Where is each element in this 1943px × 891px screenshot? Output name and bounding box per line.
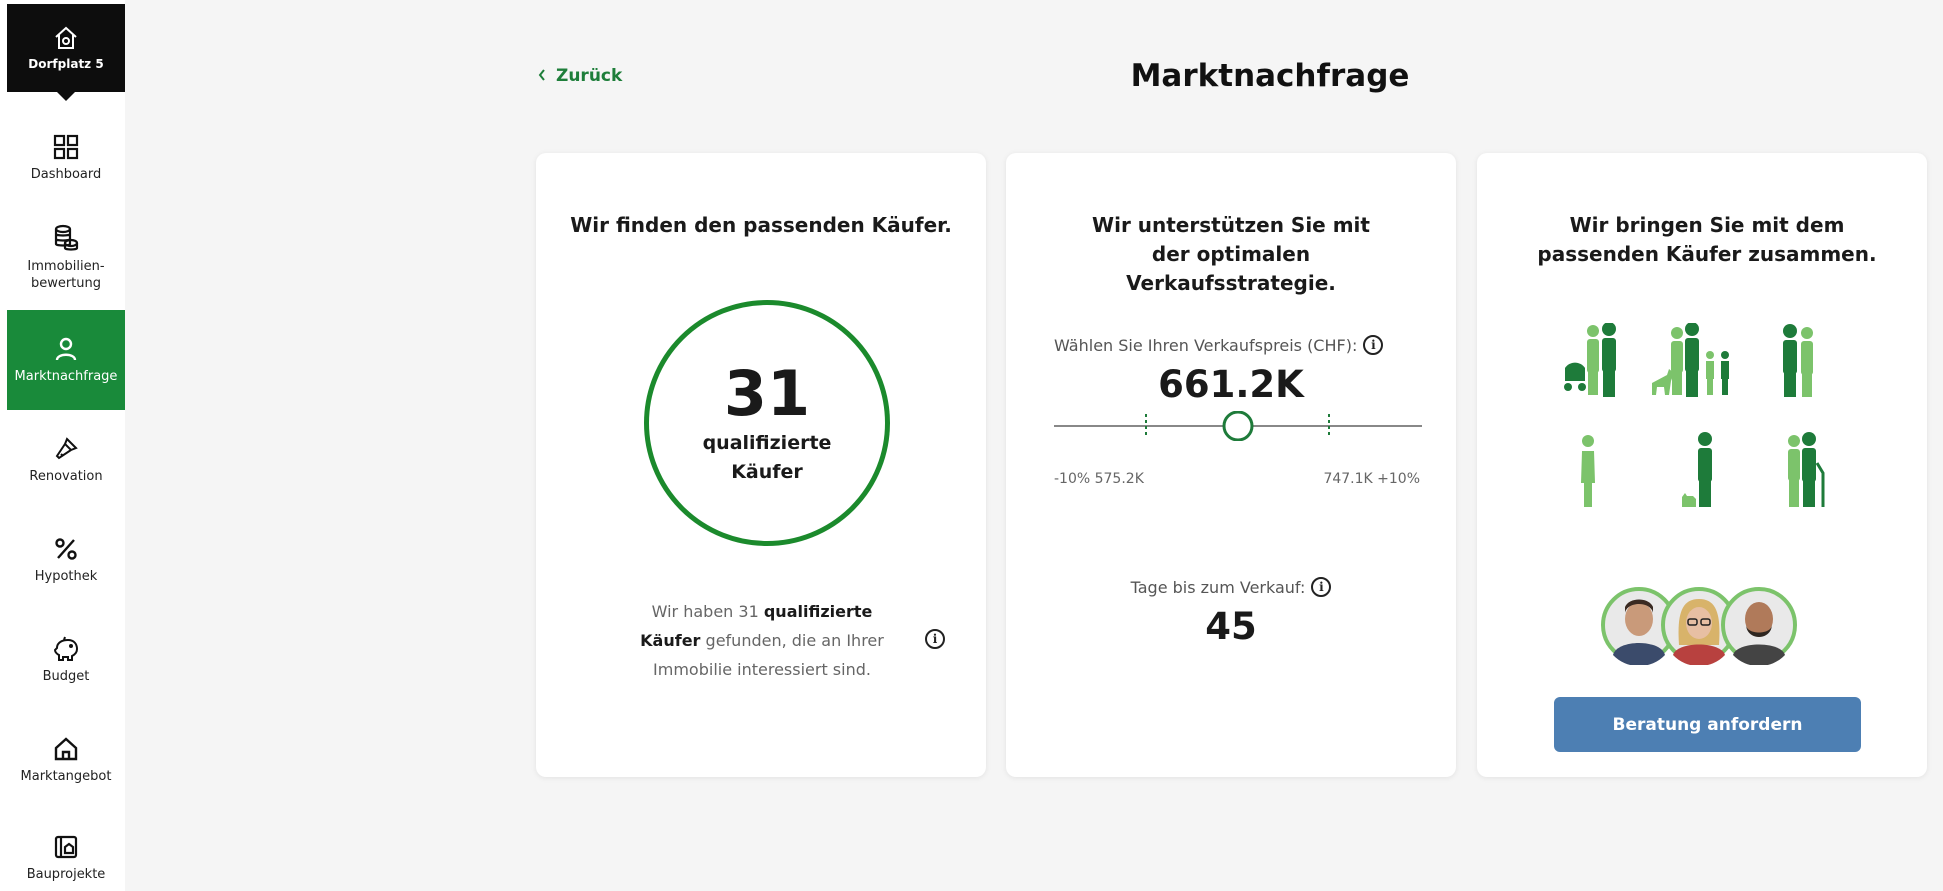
grid-icon xyxy=(53,134,79,160)
person-icon xyxy=(53,336,79,362)
family-dog-children-icon xyxy=(1652,323,1729,397)
sidebar-item-budget[interactable]: Budget xyxy=(7,610,125,710)
sidebar-item-label: Renovation xyxy=(29,468,103,484)
back-label: Zurück xyxy=(556,66,623,86)
days-label: Tage bis zum Verkauf: i xyxy=(1006,577,1456,597)
price-value: 661.2K xyxy=(1158,363,1304,406)
buyer-groups-illustration xyxy=(1564,323,1825,507)
scale-min-label: -10% 575.2K xyxy=(1054,471,1144,487)
sidebar-item-renovation[interactable]: Renovation xyxy=(7,410,125,510)
chevron-left-icon xyxy=(538,66,546,86)
sidebar-item-label: Immobilien- bewertung xyxy=(27,259,105,291)
buyers-card-heading: Wir finden den passenden Käufer. xyxy=(570,213,952,237)
advisor-avatars xyxy=(1601,587,1797,665)
sidebar-item-bauprojekte[interactable]: Bauprojekte xyxy=(7,808,125,891)
info-icon[interactable]: i xyxy=(925,629,945,649)
single-person-icon xyxy=(1581,435,1595,507)
sidebar-item-label: Hypothek xyxy=(34,568,98,584)
piggy-bank-icon xyxy=(52,636,80,662)
property-selector[interactable]: Dorfplatz 5 xyxy=(7,4,125,101)
back-link[interactable]: Zurück xyxy=(538,66,622,86)
sidebar-item-immobilienbewertung[interactable]: Immobilien- bewertung xyxy=(7,208,125,308)
sidebar-item-label: Budget xyxy=(42,668,90,684)
buyer-count-ring: 31 qualifizierte Käufer xyxy=(644,300,890,546)
price-slider[interactable] xyxy=(1054,411,1422,441)
scale-max-label: 747.1K +10% xyxy=(1323,471,1420,487)
senior-couple-icon xyxy=(1788,432,1825,507)
advisor-avatar-3 xyxy=(1721,587,1797,665)
sidebar: Dorfplatz 5 Dashboard Immobilien- bewert… xyxy=(0,0,125,891)
blueprint-icon xyxy=(53,834,79,860)
buyer-count-label: qualifizierte Käufer xyxy=(702,432,832,483)
info-icon[interactable]: i xyxy=(1311,577,1332,597)
desc-prefix: Wir haben 31 xyxy=(651,602,764,621)
sidebar-item-label: Marktangebot xyxy=(20,768,112,784)
page-title: Marktnachfrage xyxy=(1130,58,1410,94)
paintbrush-icon xyxy=(53,436,79,462)
coins-icon xyxy=(53,224,79,252)
days-value: 45 xyxy=(1205,605,1257,648)
house-settings-icon xyxy=(53,25,79,51)
strategy-card-heading: Wir unterstützen Sie mit der optimalen V… xyxy=(1092,213,1370,295)
matching-card-heading: Wir bringen Sie mit dem passenden Käufer… xyxy=(1537,213,1877,266)
house-icon xyxy=(53,736,79,762)
info-icon[interactable]: i xyxy=(1363,335,1384,355)
days-label-text: Tage bis zum Verkauf: xyxy=(1130,577,1306,597)
property-name: Dorfplatz 5 xyxy=(28,57,104,71)
sidebar-item-label: Dashboard xyxy=(30,166,102,182)
price-label: Wählen Sie Ihren Verkaufspreis (CHF): i xyxy=(1054,335,1384,355)
buyers-card: Wir finden den passenden Käufer. 31 qual… xyxy=(536,153,986,777)
person-with-cat-icon xyxy=(1682,432,1712,507)
request-consultation-button[interactable]: Beratung anfordern xyxy=(1554,697,1861,752)
sidebar-item-marktnachfrage[interactable]: Marktnachfrage xyxy=(7,310,125,410)
couple-icon xyxy=(1783,324,1813,397)
matching-card: Wir bringen Sie mit dem passenden Käufer… xyxy=(1477,153,1927,777)
sidebar-item-marktangebot[interactable]: Marktangebot xyxy=(7,710,125,810)
slider-thumb[interactable] xyxy=(1222,411,1254,441)
price-label-text: Wählen Sie Ihren Verkaufspreis (CHF): xyxy=(1054,335,1358,355)
buyer-count: 31 xyxy=(723,357,811,430)
sidebar-item-label: Bauprojekte xyxy=(26,866,106,882)
strategy-card: Wir unterstützen Sie mit der optimalen V… xyxy=(1006,153,1456,777)
sidebar-item-hypothek[interactable]: Hypothek xyxy=(7,510,125,610)
sidebar-item-dashboard[interactable]: Dashboard xyxy=(7,108,125,208)
sidebar-item-label: Marktnachfrage xyxy=(14,368,118,384)
family-stroller-icon xyxy=(1564,323,1616,397)
buyers-description: Wir haben 31 qualifizierte Käufer gefund… xyxy=(622,597,902,684)
percent-icon xyxy=(53,536,79,562)
